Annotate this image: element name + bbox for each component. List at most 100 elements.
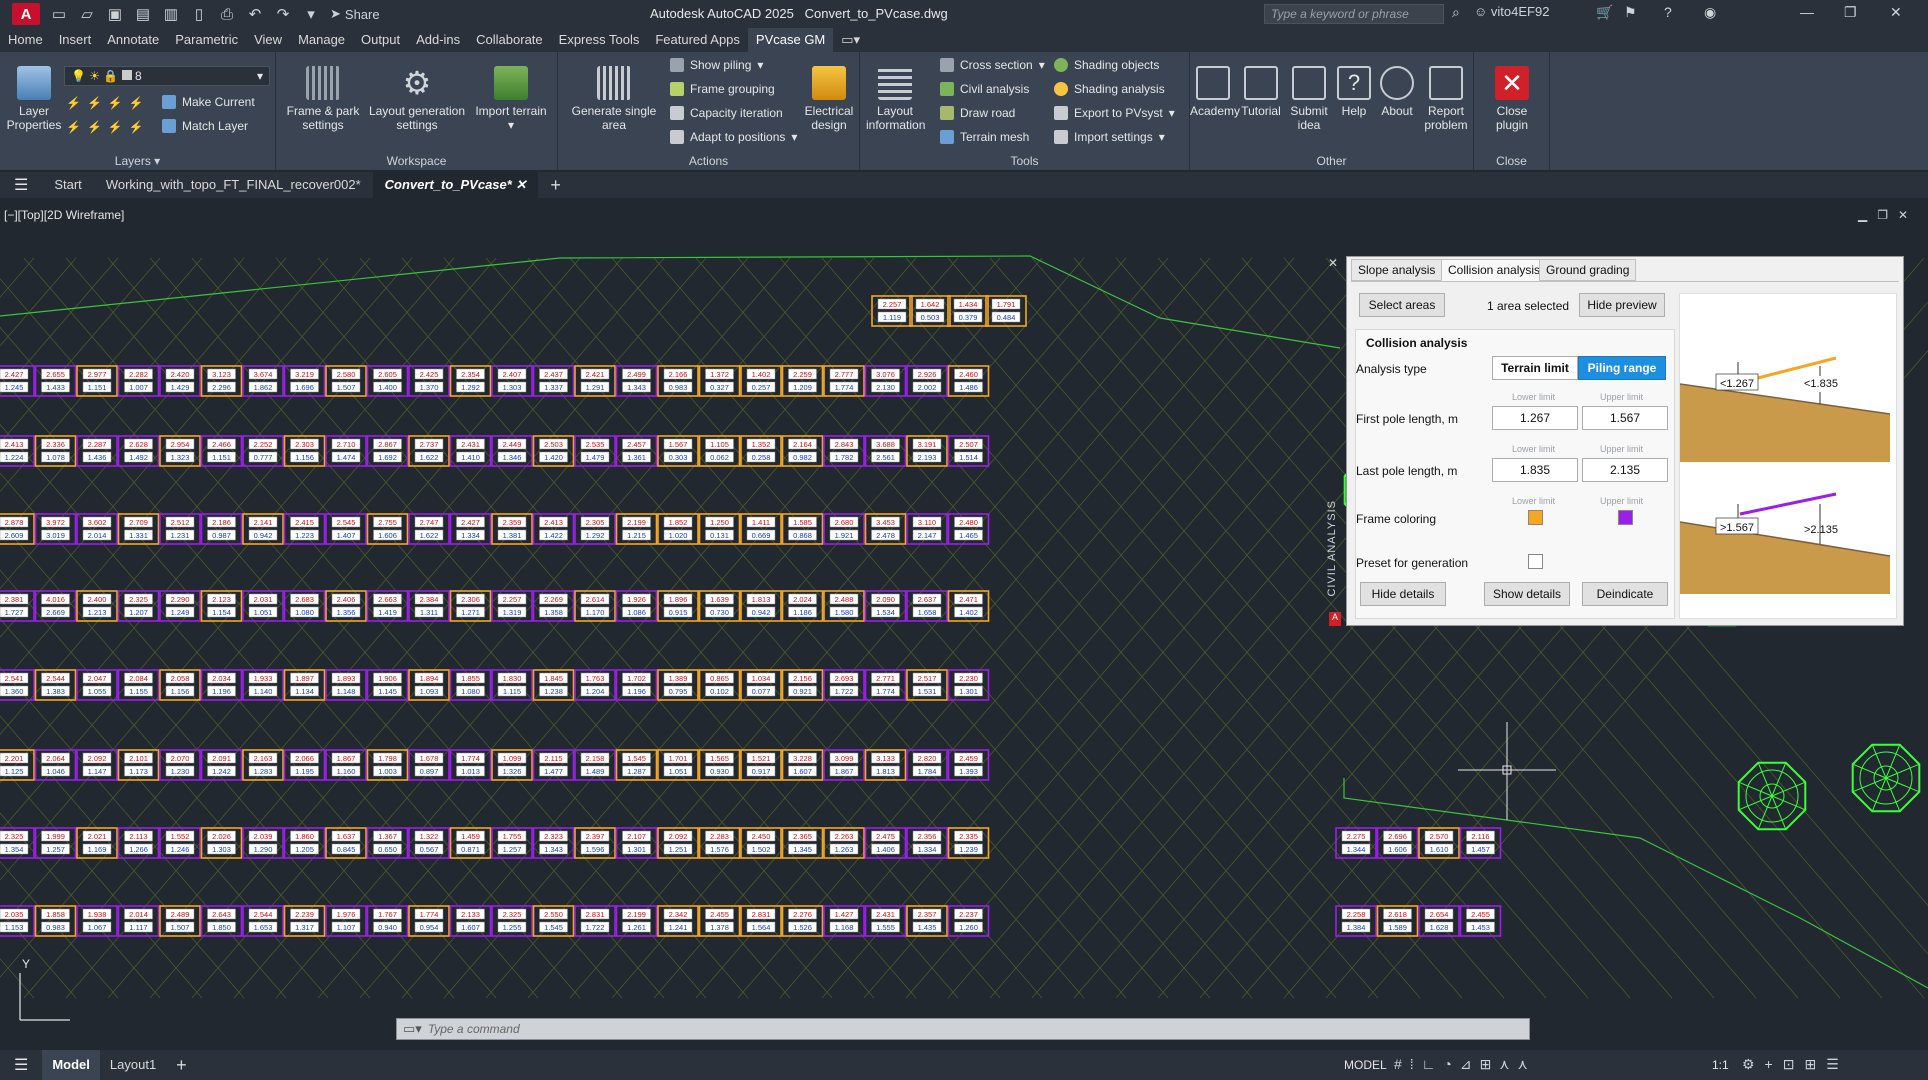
new-tab-icon[interactable]: +: [538, 172, 573, 198]
close-window-icon[interactable]: ✕: [1890, 4, 1902, 21]
layer-off-icon[interactable]: ⚡: [66, 96, 81, 110]
preset-checkbox[interactable]: [1528, 554, 1543, 569]
status-tools-icons[interactable]: ⚙+⊡⊞☰: [1742, 1056, 1849, 1073]
panel-close-icon[interactable]: ✕: [1328, 256, 1338, 270]
model-space-toggle[interactable]: MODEL: [1344, 1058, 1387, 1072]
doc-tab-0[interactable]: Start: [42, 172, 93, 198]
user-account[interactable]: ☺ vito4EF92: [1474, 4, 1549, 19]
show-details-button[interactable]: Show details: [1484, 582, 1570, 606]
ribbon-tab-annotate[interactable]: Annotate: [99, 28, 167, 52]
command-line[interactable]: ▭▾ Type a command: [396, 1018, 1530, 1040]
electrical-design-button[interactable]: Electrical design: [800, 66, 858, 132]
layer-previous-icon[interactable]: ⚡: [129, 120, 144, 134]
layer-isolate-icon[interactable]: ⚡: [87, 96, 102, 110]
drafting-tools-icons[interactable]: #⁞∟◔⊿⊞⋏⋏: [1394, 1056, 1536, 1073]
tab-slope-analysis[interactable]: Slope analysis: [1351, 259, 1443, 281]
layout-menu-icon[interactable]: ☰: [0, 1055, 42, 1075]
export-pvsyst-button[interactable]: Export to PVsyst ▾: [1054, 106, 1175, 120]
terrain-mesh-button[interactable]: Terrain mesh: [940, 130, 1029, 144]
tab-ground-grading[interactable]: Ground grading: [1539, 259, 1637, 281]
layer-merge-icon[interactable]: ⚡: [87, 120, 102, 134]
last-pole-upper-input[interactable]: 2.135: [1582, 458, 1668, 482]
frame-park-settings-button[interactable]: Frame & park settings: [280, 66, 366, 132]
lower-color-swatch[interactable]: [1528, 510, 1543, 525]
layers-group-title[interactable]: Layers ▾: [0, 154, 275, 168]
add-layout-icon[interactable]: +: [166, 1050, 197, 1080]
hide-details-button[interactable]: Hide details: [1360, 582, 1446, 606]
hide-preview-button[interactable]: Hide preview: [1579, 293, 1665, 317]
layer-freeze-icon[interactable]: ⚡: [108, 96, 123, 110]
learning-icon[interactable]: ◉: [1704, 4, 1716, 21]
layer-properties-button[interactable]: Layer Properties: [6, 66, 62, 132]
viewport-controls[interactable]: [−][Top][2D Wireframe]: [4, 208, 124, 222]
command-history-icon[interactable]: ▭▾: [397, 1021, 428, 1037]
autodesk-app-icon[interactable]: ⚑: [1624, 4, 1637, 21]
submit-idea-button[interactable]: Submit idea: [1286, 66, 1332, 132]
piling-range-toggle[interactable]: Piling range: [1578, 356, 1666, 380]
doc-tab-2[interactable]: Convert_to_PVcase* ✕: [372, 172, 539, 198]
tab-layout1[interactable]: Layout1: [100, 1050, 166, 1080]
print-icon[interactable]: ⎙: [218, 6, 236, 23]
academy-button[interactable]: Academy: [1190, 66, 1240, 118]
show-piling-button[interactable]: Show piling ▾: [670, 58, 763, 72]
layer-walk-icon[interactable]: ⚡: [66, 120, 81, 134]
frame-grouping-button[interactable]: Frame grouping: [670, 82, 775, 96]
annotation-scale[interactable]: 1:1: [1712, 1058, 1729, 1072]
new-file-icon[interactable]: ▭: [50, 5, 68, 23]
tab-collision-analysis[interactable]: Collision analysis: [1441, 259, 1548, 281]
ribbon-tab-add-ins[interactable]: Add-ins: [408, 28, 468, 52]
layer-dropdown[interactable]: 💡 ☀ 🔒 8 ▾: [64, 66, 270, 86]
viewport-window-controls[interactable]: ▁ ❐ ✕: [1858, 208, 1908, 222]
help-icon[interactable]: ?: [1664, 4, 1672, 20]
ribbon-minimize-icon[interactable]: ▭▾: [833, 28, 868, 52]
restore-icon[interactable]: ❐: [1844, 4, 1857, 21]
ribbon-tab-collaborate[interactable]: Collaborate: [468, 28, 551, 52]
first-pole-upper-input[interactable]: 1.567: [1582, 406, 1668, 430]
autocad-logo-icon[interactable]: A: [12, 3, 40, 25]
first-pole-lower-input[interactable]: 1.267: [1492, 406, 1578, 430]
close-tab-icon[interactable]: ✕: [512, 177, 526, 192]
about-button[interactable]: About: [1376, 66, 1418, 118]
command-input[interactable]: Type a command: [428, 1022, 520, 1036]
layout-generation-settings-button[interactable]: ⚙ Layout generation settings: [368, 66, 466, 132]
menu-icon[interactable]: ☰: [0, 175, 42, 195]
generate-single-area-button[interactable]: Generate single area: [562, 66, 666, 132]
mobile-icon[interactable]: ▯: [190, 5, 208, 23]
last-pole-lower-input[interactable]: 1.835: [1492, 458, 1578, 482]
search-input[interactable]: Type a keyword or phrase: [1264, 4, 1444, 24]
civil-analysis-button[interactable]: Civil analysis: [940, 82, 1029, 96]
make-current-button[interactable]: Make Current: [162, 95, 255, 109]
help-button[interactable]: ? Help: [1334, 66, 1374, 118]
tutorial-button[interactable]: Tutorial: [1238, 66, 1284, 118]
ribbon-tab-express-tools[interactable]: Express Tools: [551, 28, 648, 52]
web-save-icon[interactable]: ▥: [162, 5, 180, 23]
shading-objects-button[interactable]: Shading objects: [1054, 58, 1159, 72]
search-icon[interactable]: ⌕: [1452, 4, 1460, 21]
ribbon-tab-output[interactable]: Output: [353, 28, 408, 52]
open-folder-icon[interactable]: ▱: [78, 5, 96, 23]
ribbon-tab-featured-apps[interactable]: Featured Apps: [647, 28, 748, 52]
capacity-iteration-button[interactable]: Capacity iteration: [670, 106, 783, 120]
layer-lock-icon[interactable]: ⚡: [129, 96, 144, 110]
save-icon[interactable]: ▣: [106, 5, 124, 23]
layer-delete-icon[interactable]: ⚡: [108, 120, 123, 134]
report-problem-button[interactable]: Report problem: [1420, 66, 1472, 132]
deindicate-button[interactable]: Deindicate: [1582, 582, 1668, 606]
upper-color-swatch[interactable]: [1618, 510, 1633, 525]
ribbon-tab-pvcase-gm[interactable]: PVcase GM: [747, 28, 834, 52]
save-as-icon[interactable]: ▤: [134, 5, 152, 23]
ribbon-tab-view[interactable]: View: [246, 28, 290, 52]
adapt-positions-button[interactable]: Adapt to positions ▾: [670, 130, 797, 144]
terrain-limit-toggle[interactable]: Terrain limit: [1492, 356, 1578, 380]
draw-road-button[interactable]: Draw road: [940, 106, 1015, 120]
shading-analysis-button[interactable]: Shading analysis: [1054, 82, 1165, 96]
minimize-icon[interactable]: —: [1800, 4, 1814, 20]
civil-analysis-side-strip[interactable]: CIVIL ANALYSIS: [1326, 500, 1342, 630]
select-areas-button[interactable]: Select areas: [1359, 293, 1445, 317]
share-button[interactable]: ➤ Share: [330, 6, 380, 22]
ribbon-tab-insert[interactable]: Insert: [51, 28, 100, 52]
ribbon-tab-home[interactable]: Home: [0, 28, 51, 52]
customize-icon[interactable]: ▾: [302, 5, 320, 23]
tab-model[interactable]: Model: [42, 1050, 100, 1080]
ribbon-tab-parametric[interactable]: Parametric: [167, 28, 246, 52]
